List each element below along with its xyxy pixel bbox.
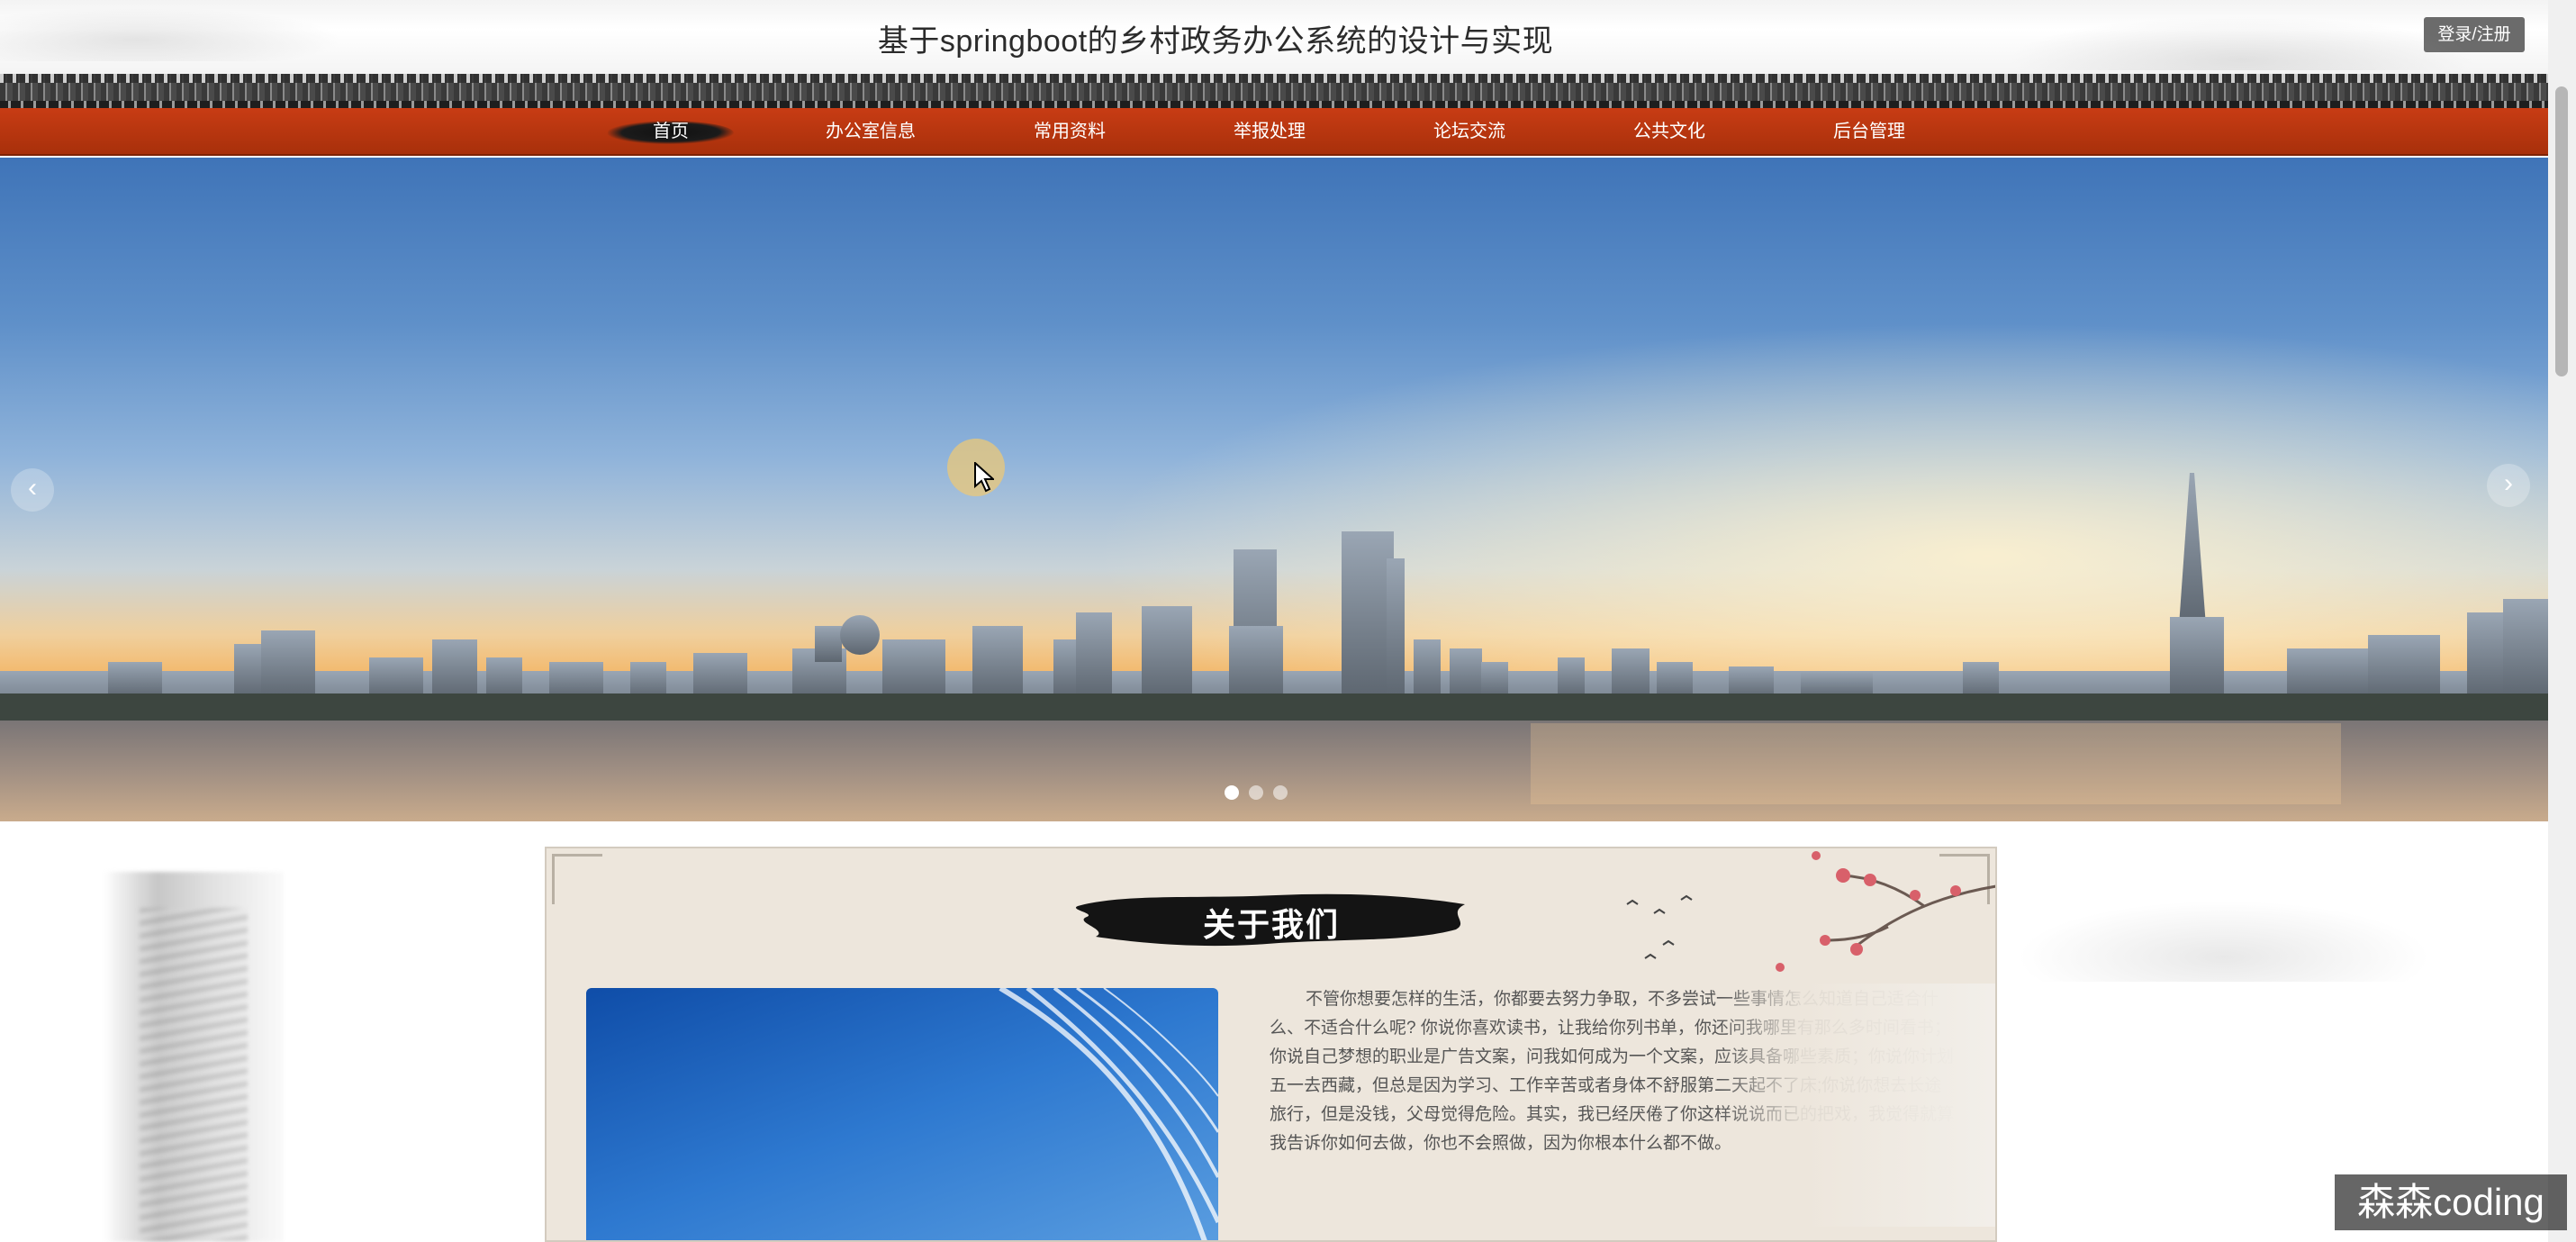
nav-item-admin[interactable]: 后台管理 bbox=[1788, 108, 1950, 156]
carousel-indicators bbox=[1225, 785, 1297, 803]
carousel-dot[interactable] bbox=[1249, 785, 1263, 800]
nav-item-label: 举报处理 bbox=[1234, 122, 1306, 141]
ink-mountain-decoration bbox=[104, 872, 284, 1242]
carousel-dot[interactable] bbox=[1225, 785, 1239, 800]
site-title: 基于springboot的乡村政务办公系统的设计与实现 bbox=[877, 24, 1554, 59]
city-skyline-image bbox=[0, 158, 2548, 821]
nav-item-label: 后台管理 bbox=[1833, 122, 1905, 141]
carousel-next-arrow[interactable]: › bbox=[2487, 464, 2530, 507]
carousel-prev-arrow[interactable]: ‹ bbox=[11, 468, 54, 512]
nav-item-label: 公共文化 bbox=[1633, 122, 1705, 141]
login-register-button[interactable]: 登录/注册 bbox=[2424, 17, 2525, 52]
watermark: 森森coding bbox=[2335, 1174, 2567, 1230]
main-nav: 首页 办公室信息 常用资料 举报处理 论坛交流 公共文化 后台管理 bbox=[0, 108, 2548, 156]
light-beams-image bbox=[999, 988, 1218, 1240]
nav-item-report-handling[interactable]: 举报处理 bbox=[1189, 108, 1351, 156]
corner-ornament bbox=[552, 854, 602, 904]
about-title-wrap: 关于我们 bbox=[1069, 886, 1474, 951]
hero-carousel[interactable]: ‹ › bbox=[0, 158, 2548, 821]
blurred-overlay bbox=[1717, 984, 1995, 1227]
about-title: 关于我们 bbox=[1202, 906, 1340, 943]
about-image bbox=[586, 988, 1218, 1240]
page: 基于springboot的乡村政务办公系统的设计与实现 登录/注册 首页 办公室… bbox=[0, 0, 2576, 1242]
nav-item-office-info[interactable]: 办公室信息 bbox=[790, 108, 952, 156]
plum-blossom-decoration bbox=[1626, 851, 1995, 972]
carousel-dot[interactable] bbox=[1273, 785, 1288, 800]
nav-item-forum[interactable]: 论坛交流 bbox=[1388, 108, 1550, 156]
site-header: 基于springboot的乡村政务办公系统的设计与实现 登录/注册 bbox=[0, 0, 2548, 74]
nav-item-label: 常用资料 bbox=[1034, 122, 1106, 141]
scrollbar-thumb[interactable] bbox=[2555, 86, 2568, 376]
nav-item-home[interactable]: 首页 bbox=[590, 108, 752, 156]
mouse-cursor-icon bbox=[974, 462, 994, 493]
nav-item-label: 办公室信息 bbox=[826, 122, 916, 141]
nav-item-label: 首页 bbox=[653, 122, 689, 141]
nav-item-label: 论坛交流 bbox=[1433, 122, 1505, 141]
nav-item-common-materials[interactable]: 常用资料 bbox=[989, 108, 1151, 156]
nav-item-public-culture[interactable]: 公共文化 bbox=[1588, 108, 1750, 156]
ink-mist-decoration bbox=[2017, 901, 2431, 982]
roof-tile-decoration bbox=[0, 74, 2548, 108]
about-us-section: 关于我们 不管你想要怎样的生活，你都要去努力争取，不多尝试一些事情怎么知道自己适… bbox=[545, 847, 1997, 1242]
